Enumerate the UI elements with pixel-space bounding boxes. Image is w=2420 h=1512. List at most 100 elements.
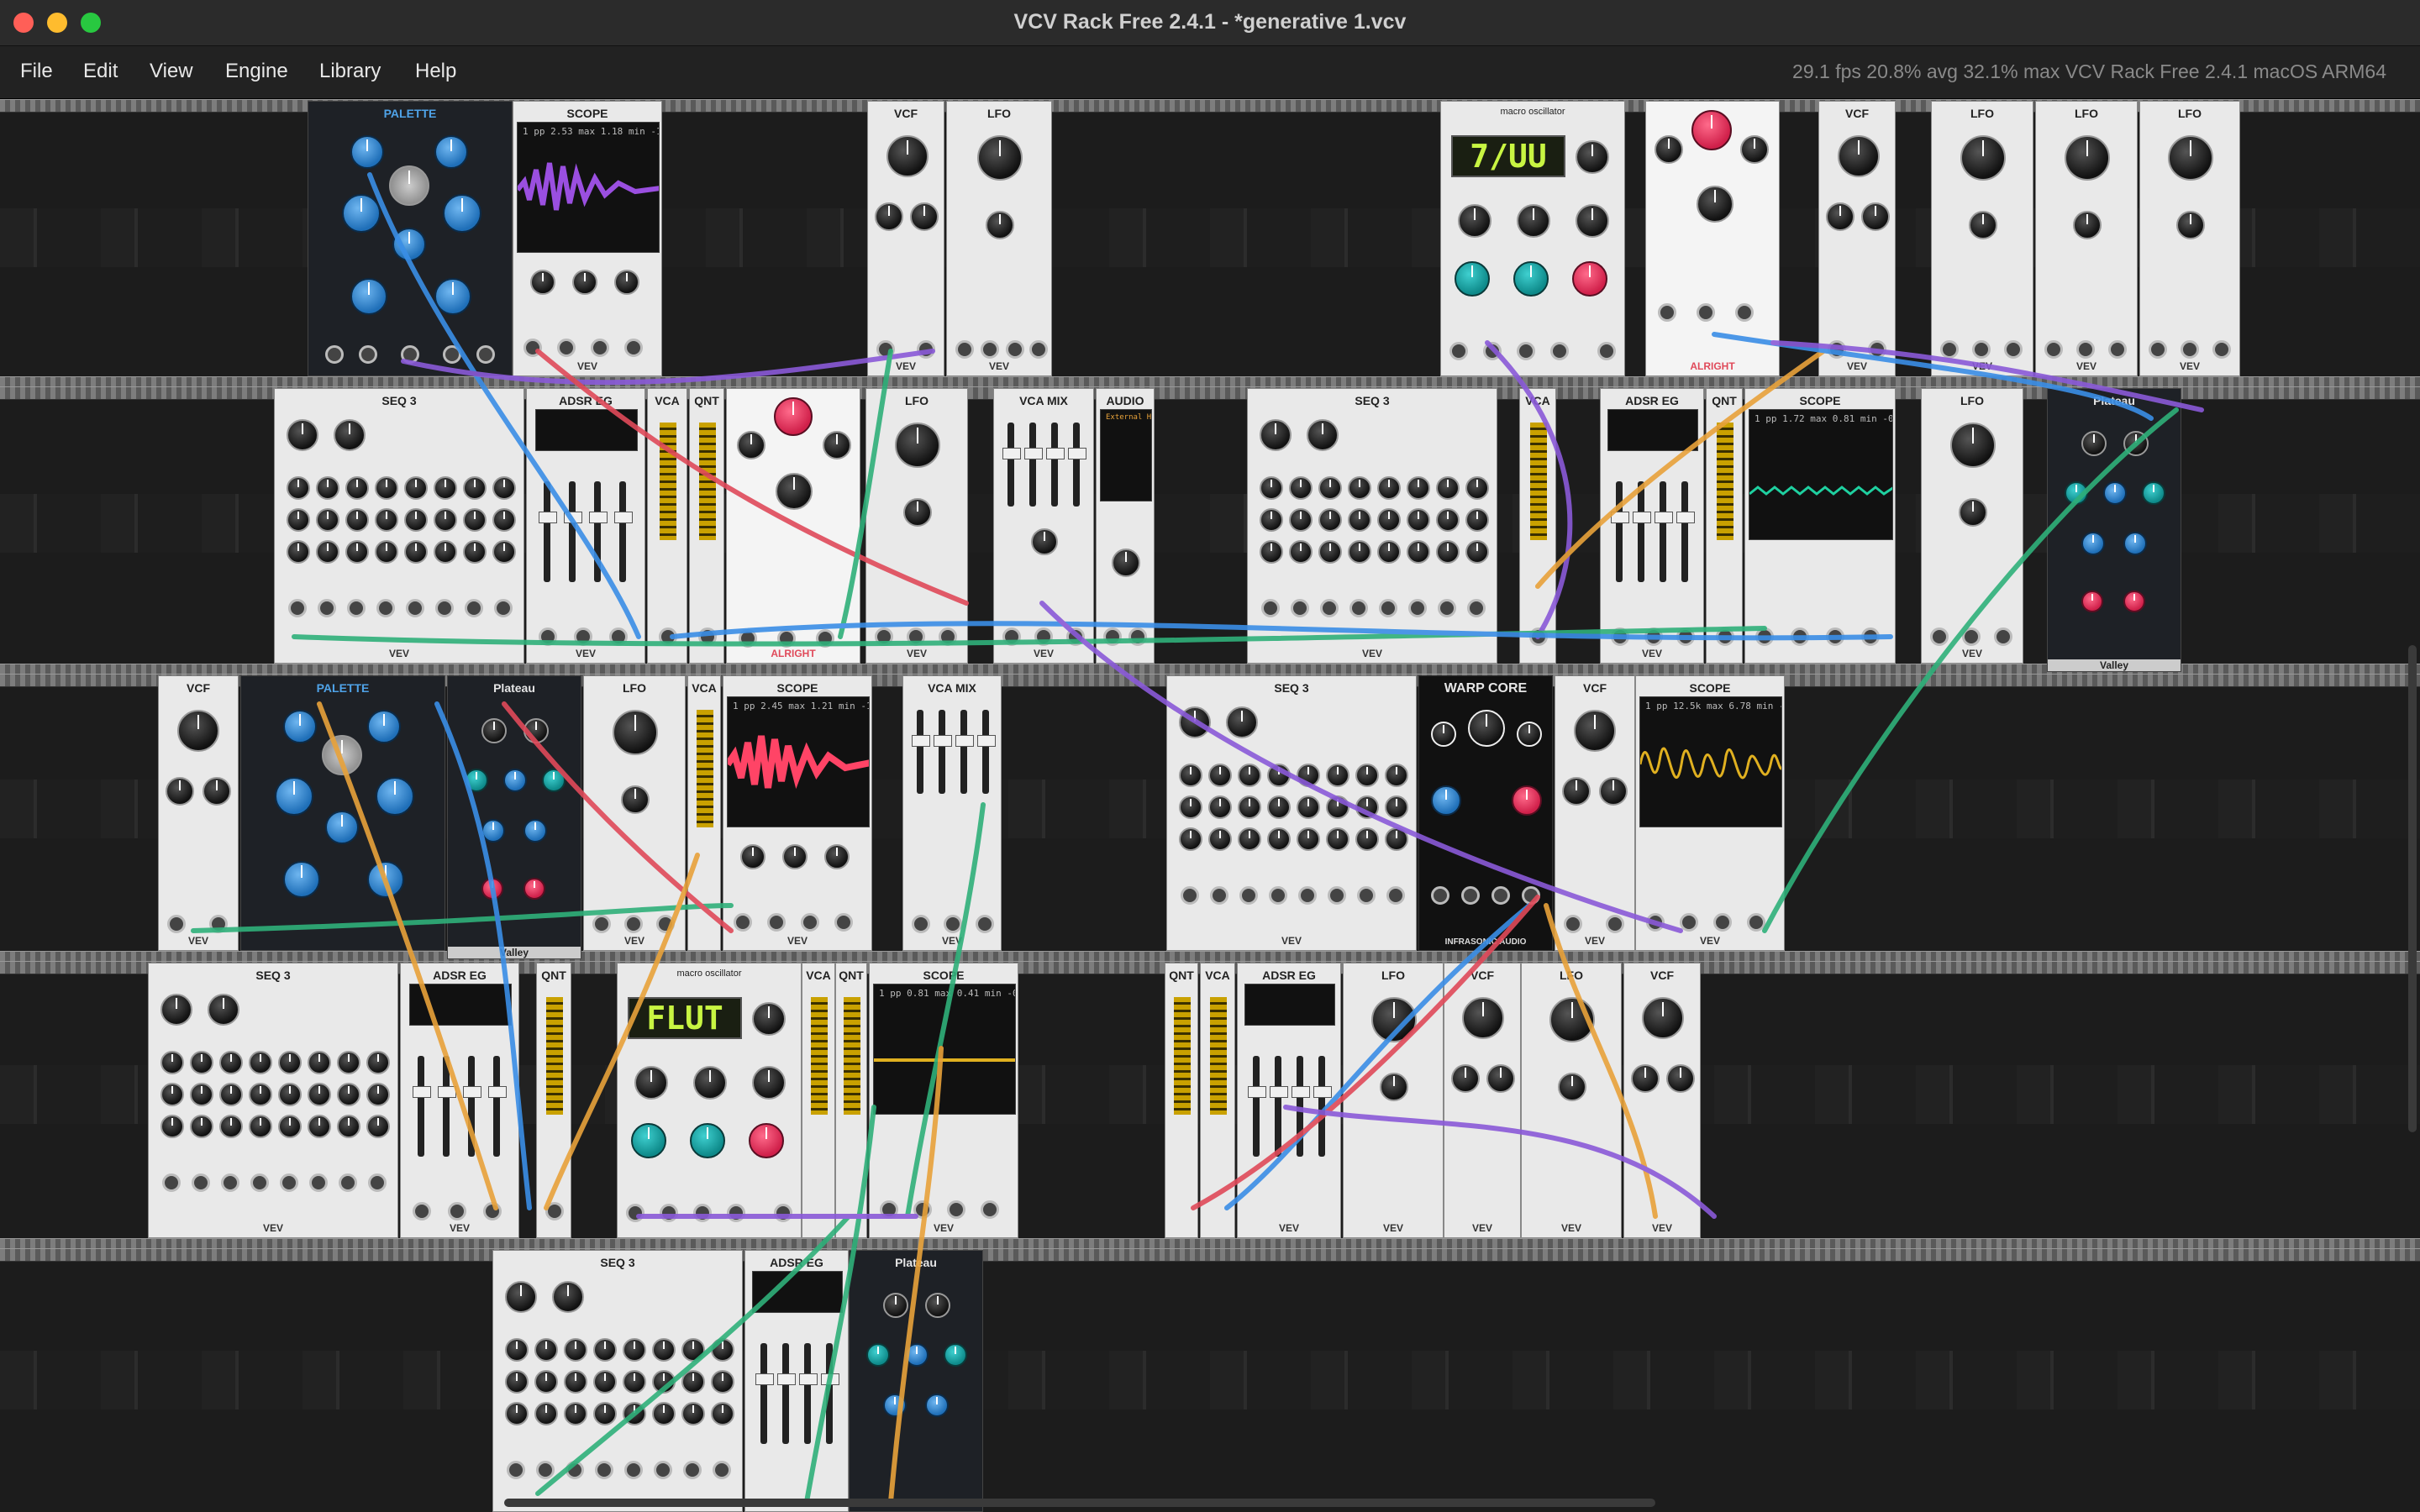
jack[interactable] (368, 1173, 387, 1192)
step-knob[interactable] (463, 476, 487, 500)
knob[interactable] (389, 165, 429, 206)
knob[interactable] (481, 878, 503, 900)
knob[interactable] (443, 194, 481, 233)
step-knob[interactable] (505, 1370, 529, 1394)
jack[interactable] (376, 599, 395, 617)
jack[interactable] (1826, 627, 1844, 646)
qnt-module[interactable]: QNT (1165, 963, 1198, 1238)
menu-edit[interactable]: Edit (83, 60, 118, 83)
jack[interactable] (739, 629, 757, 648)
seq-knob[interactable] (208, 994, 239, 1026)
jack[interactable] (2149, 340, 2167, 359)
jack[interactable] (1564, 915, 1582, 933)
knob[interactable] (2123, 591, 2145, 612)
step-knob[interactable] (249, 1083, 272, 1106)
drive-knob[interactable] (1486, 1064, 1515, 1093)
audio-device-display[interactable]: External Hea (1100, 409, 1152, 501)
jack[interactable] (875, 627, 893, 646)
step-knob[interactable] (593, 1402, 617, 1425)
step-knob[interactable] (434, 476, 457, 500)
cutoff-knob[interactable] (177, 710, 219, 752)
step-knob[interactable] (1318, 476, 1342, 500)
step-knob[interactable] (316, 476, 339, 500)
step-knob[interactable] (337, 1051, 360, 1074)
alright-module[interactable]: ALRIGHT (726, 388, 860, 664)
step-knob[interactable] (652, 1338, 676, 1362)
step-knob[interactable] (1179, 827, 1202, 851)
jack[interactable] (1438, 599, 1456, 617)
release-slider[interactable] (488, 1056, 507, 1157)
jack[interactable] (659, 627, 677, 646)
jack[interactable] (545, 1202, 564, 1221)
knob[interactable] (523, 819, 547, 843)
jack[interactable] (1066, 627, 1085, 646)
seq-knob[interactable] (1226, 706, 1258, 738)
adsr-module[interactable]: ADSR EG VEV (526, 388, 645, 664)
step-knob[interactable] (1267, 764, 1291, 787)
pulse-width-knob[interactable] (1558, 1073, 1586, 1101)
step-knob[interactable] (652, 1402, 676, 1425)
channel-fader[interactable] (934, 710, 952, 794)
jack[interactable] (359, 345, 377, 364)
step-knob[interactable] (1318, 508, 1342, 532)
lfo-module[interactable]: LFO VEV (946, 101, 1052, 376)
step-knob[interactable] (1407, 476, 1430, 500)
knob[interactable] (350, 135, 384, 169)
vca-module[interactable]: VCA (647, 388, 687, 664)
pulse-width-knob[interactable] (986, 211, 1014, 239)
jack[interactable] (347, 599, 366, 617)
jack[interactable] (1002, 627, 1021, 646)
step-knob[interactable] (1326, 764, 1349, 787)
knob[interactable] (774, 397, 813, 436)
vca-module[interactable]: VCA (1519, 388, 1556, 664)
jack[interactable] (1181, 886, 1199, 905)
edit-knob[interactable] (1576, 140, 1609, 174)
step-knob[interactable] (1238, 827, 1261, 851)
jack[interactable] (1408, 599, 1427, 617)
knob[interactable] (925, 1293, 950, 1318)
sustain-slider[interactable] (589, 481, 608, 582)
freq-knob[interactable] (977, 135, 1023, 181)
step-knob[interactable] (1297, 764, 1320, 787)
horizontal-scrollbar[interactable] (504, 1499, 1655, 1507)
step-knob[interactable] (1385, 764, 1408, 787)
release-slider[interactable] (1676, 481, 1695, 582)
step-knob[interactable] (287, 540, 310, 564)
jack[interactable] (443, 345, 461, 364)
qnt-module[interactable]: QNT (536, 963, 571, 1238)
step-knob[interactable] (404, 476, 428, 500)
jack[interactable] (595, 1461, 613, 1479)
step-knob[interactable] (681, 1370, 705, 1394)
jack[interactable] (325, 345, 344, 364)
vcf-module[interactable]: VCF VEV (1555, 675, 1635, 951)
step-knob[interactable] (375, 540, 398, 564)
jack[interactable] (1868, 340, 1886, 359)
step-knob[interactable] (1348, 476, 1371, 500)
jack[interactable] (774, 1204, 792, 1222)
fine-knob[interactable] (634, 1066, 668, 1100)
level-knob[interactable] (1112, 549, 1140, 577)
jack[interactable] (1962, 627, 1981, 646)
freq-knob[interactable] (1960, 135, 2006, 181)
step-knob[interactable] (1465, 540, 1489, 564)
step-knob[interactable] (1289, 508, 1313, 532)
jack[interactable] (1291, 599, 1309, 617)
qnt-module[interactable]: QNT (835, 963, 867, 1238)
knob[interactable] (776, 473, 813, 510)
step-knob[interactable] (160, 1083, 184, 1106)
jack[interactable] (1103, 627, 1122, 646)
step-knob[interactable] (160, 1051, 184, 1074)
jack[interactable] (2108, 340, 2127, 359)
step-knob[interactable] (593, 1338, 617, 1362)
jack[interactable] (435, 599, 454, 617)
adsr-module[interactable]: ADSR EG (744, 1250, 849, 1512)
attack-slider[interactable] (755, 1343, 774, 1444)
step-knob[interactable] (375, 476, 398, 500)
jack[interactable] (907, 627, 925, 646)
step-knob[interactable] (404, 540, 428, 564)
vertical-scrollbar[interactable] (2408, 645, 2417, 1132)
step-knob[interactable] (534, 1338, 558, 1362)
jack[interactable] (592, 915, 611, 933)
knob[interactable] (434, 278, 471, 315)
step-knob[interactable] (345, 540, 369, 564)
